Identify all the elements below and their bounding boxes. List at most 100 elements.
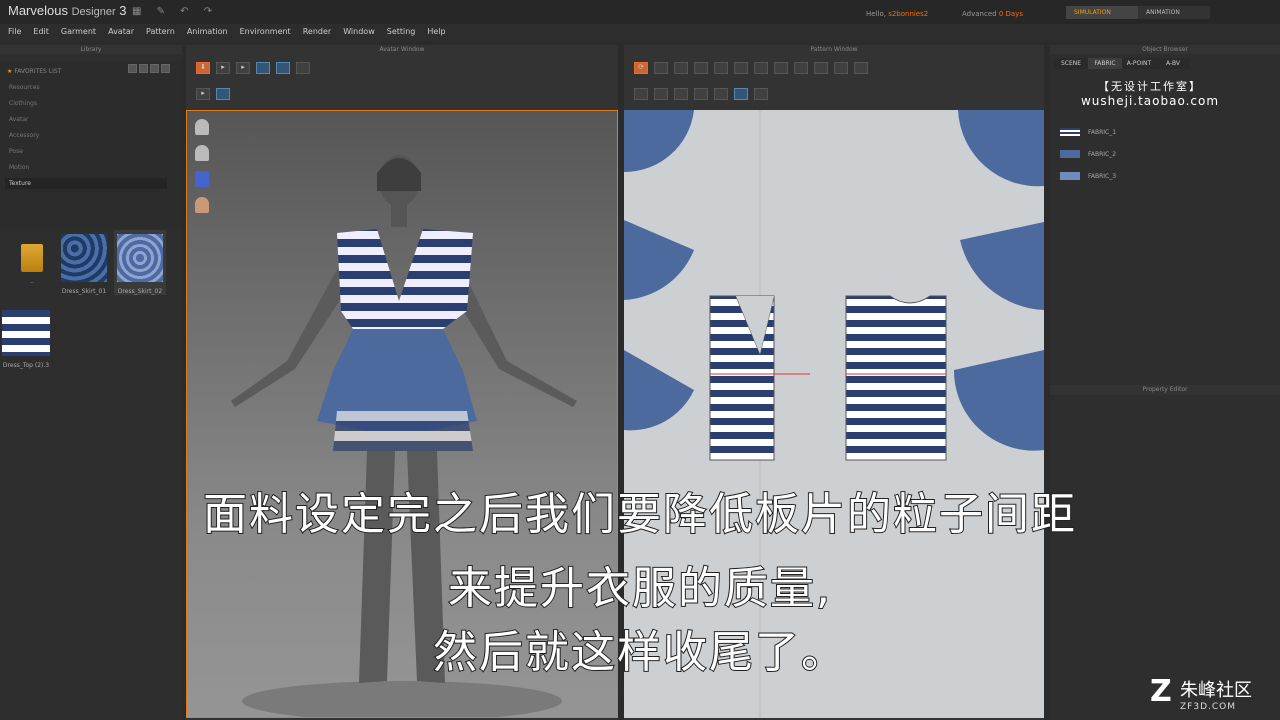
select-mesh-pattern-icon[interactable] [714,88,728,100]
texture-icon[interactable] [216,88,230,100]
tab-simulation[interactable]: SIMULATION [1066,6,1138,19]
brand-logo-icon: Z [1150,674,1172,709]
arrange-icon[interactable] [754,88,768,100]
avatar-toolbar-1: ⬇ ▸ ▸ [196,62,310,74]
avatar-toolbar-2: ▸ [196,88,230,100]
dart-icon[interactable] [854,62,868,74]
star-icon: ★ [7,68,13,75]
transform-icon[interactable] [654,62,668,74]
mode-tabs: SIMULATION ANIMATION [1066,6,1210,19]
menu-help[interactable]: Help [421,24,451,42]
title-bar: Marvelous Designer 3 ▦ ✎ ↶ ↷ Hello, s2bo… [0,0,1280,24]
edit-sewing-icon[interactable] [674,88,688,100]
library-item-resources[interactable]: Resources [9,84,40,91]
app-title: Marvelous Designer 3 [8,3,126,18]
favorites-list[interactable]: ★ FAVORITES LIST [7,68,61,75]
record-icon[interactable]: ▸ [236,62,250,74]
delete-icon[interactable] [161,64,170,73]
watermark-url: wusheji.taobao.com [1080,94,1220,108]
edit-icon[interactable] [150,64,159,73]
license-days: 0 Days [998,10,1023,18]
fabric-name: FABRIC_1 [1088,128,1117,136]
tack-icon[interactable] [694,88,708,100]
measure-icon[interactable] [296,62,310,74]
menu-pattern[interactable]: Pattern [140,24,181,42]
segment-sewing-icon[interactable] [634,88,648,100]
library-item-texture[interactable]: Texture [5,178,167,189]
tab-fabric[interactable]: FABRIC [1088,58,1122,69]
subtitle-line-3: 然后就这样收尾了。 [432,626,847,679]
select-mesh-icon[interactable]: ▸ [196,88,210,100]
menu-edit[interactable]: Edit [27,24,55,42]
user-name: s2bonnies2 [888,10,929,18]
app-version: 3 [119,3,127,18]
brand-url: ZF3D.COM [1180,702,1236,712]
thumb-label: Dress_Top (2).3 [2,362,50,369]
pattern-toolbar-1: ⟳ [634,62,868,74]
pin-icon[interactable] [276,62,290,74]
library-item-pose[interactable]: Pose [9,148,23,155]
menu-garment[interactable]: Garment [55,24,102,42]
subtitle-line-1: 面料设定完之后我们要降低板片的粒子间距 [202,488,1077,541]
add-icon[interactable] [139,64,148,73]
site-brand: Z 朱峰社区 ZF3D.COM [1150,674,1252,713]
library-item-motion[interactable]: Motion [9,164,29,171]
hello-label: Hello, [866,10,886,18]
library-toolbar [128,64,170,73]
refresh-icon[interactable] [128,64,137,73]
pattern-toolbar-2 [634,88,768,100]
fabric-swatch [61,234,107,282]
add-point-icon[interactable] [694,62,708,74]
library-item-clothings[interactable]: Clothings [9,100,37,107]
internal-polygon-icon[interactable] [794,62,808,74]
rectangle-icon[interactable] [754,62,768,74]
tab-a-bv[interactable]: A-BV [1156,58,1190,69]
shirt-icon[interactable] [256,62,270,74]
menu-bar: File Edit Garment Avatar Pattern Animati… [0,24,1280,42]
menu-animation[interactable]: Animation [181,24,234,42]
app-name-sub: Designer [71,6,116,18]
circle-icon[interactable] [774,62,788,74]
polygon-icon[interactable] [734,62,748,74]
menu-environment[interactable]: Environment [234,24,297,42]
tab-scene[interactable]: SCENE [1054,58,1088,69]
fabric-swatch [2,310,50,356]
fabric-swatch [1060,172,1080,180]
thumb-label: Dress_Skirt_01 [61,288,107,295]
internal-rect-icon[interactable] [814,62,828,74]
edit-point-icon[interactable] [674,62,688,74]
menu-render[interactable]: Render [297,24,337,42]
menu-setting[interactable]: Setting [381,24,422,42]
library-item-accessory[interactable]: Accessory [9,132,39,139]
fabric-item-1[interactable]: FABRIC_1 [1060,128,1116,136]
thumb-label: Dress_Skirt_02 [117,288,163,295]
texture-pattern-icon[interactable] [734,88,748,100]
title-toolbar-icons[interactable]: ▦ ✎ ↶ ↷ [132,6,218,17]
free-sewing-icon[interactable] [654,88,668,100]
select-icon[interactable]: ▸ [216,62,230,74]
tab-animation[interactable]: ANIMATION [1138,6,1210,19]
brand-name: 朱峰社区 [1180,680,1252,701]
library-item-avatar[interactable]: Avatar [9,116,28,123]
simulate-icon[interactable]: ⬇ [196,62,210,74]
thumb-dress-skirt-02[interactable]: Dress_Skirt_02 [114,230,166,295]
menu-window[interactable]: Window [337,24,381,42]
thumb-label: .. [30,278,34,285]
property-editor-header: Property Editor [1050,385,1280,395]
refresh-pattern-icon[interactable]: ⟳ [634,62,648,74]
internal-circle-icon[interactable] [834,62,848,74]
favorites-label: FAVORITES LIST [14,68,62,75]
fabric-name: FABRIC_3 [1088,172,1117,180]
thumb-dress-skirt-01[interactable]: Dress_Skirt_01 [58,234,110,295]
license-info: Advanced 0 Days [962,10,1023,18]
fabric-item-3[interactable]: FABRIC_3 [1060,172,1116,180]
app-name: Marvelous [8,3,68,18]
tab-a-point[interactable]: A-POINT [1122,58,1156,69]
menu-avatar[interactable]: Avatar [102,24,140,42]
fabric-swatch [1060,128,1080,136]
fabric-item-2[interactable]: FABRIC_2 [1060,150,1116,158]
thumb-dress-top[interactable]: Dress_Top (2).3 [0,310,52,369]
curve-point-icon[interactable] [714,62,728,74]
thumb-folder[interactable]: .. [6,234,58,285]
menu-file[interactable]: File [2,24,27,42]
